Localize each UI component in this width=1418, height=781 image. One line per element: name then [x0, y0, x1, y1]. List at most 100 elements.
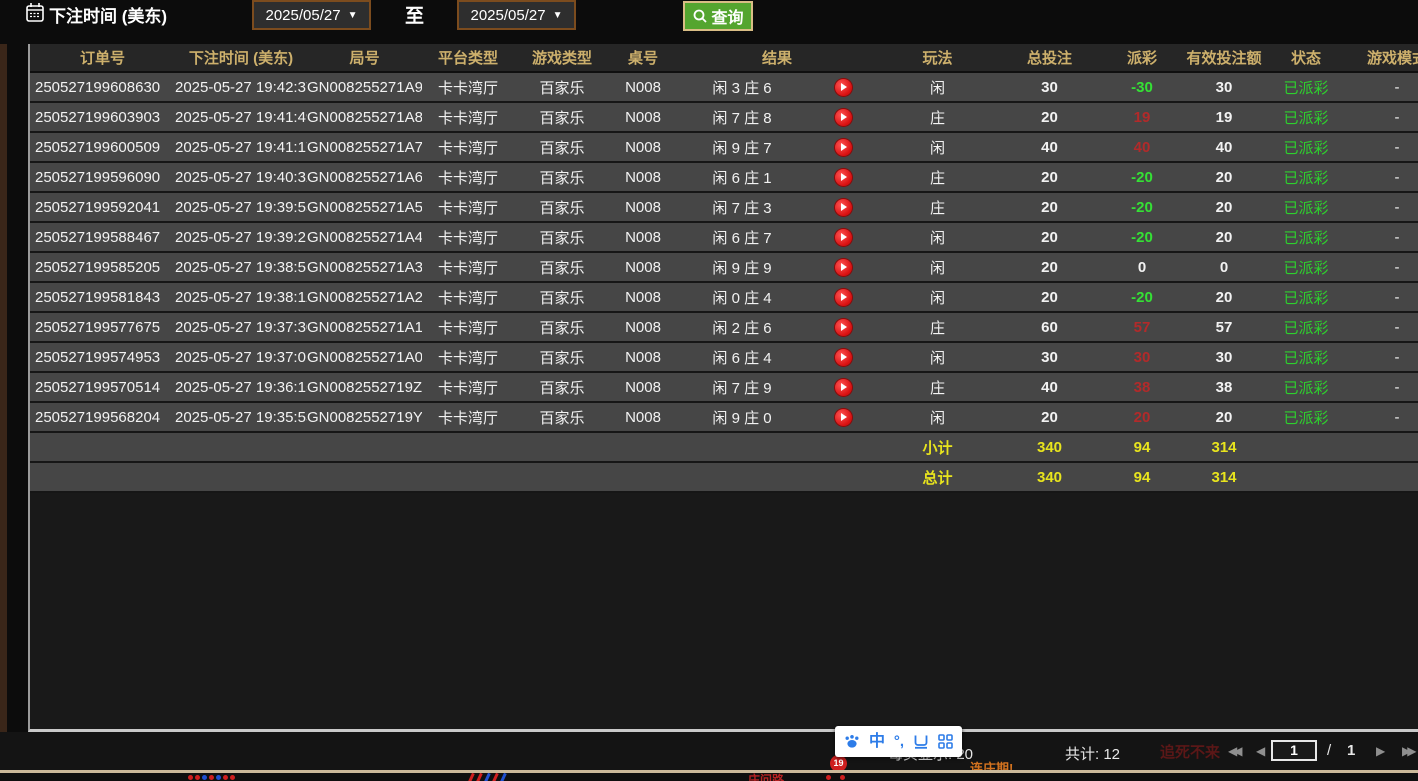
column-header: 状态: [1266, 44, 1346, 72]
summary-cell-bet-time: [175, 432, 307, 462]
cell-platform: 卡卡湾厅: [422, 72, 514, 102]
roadmap-dot: [209, 775, 214, 780]
first-page-icon[interactable]: ◀◀: [1228, 745, 1238, 757]
summary-cell-round-id: [307, 432, 422, 462]
play-video-icon[interactable]: [835, 289, 852, 306]
summary-cell-order-id: [30, 432, 175, 462]
date-from-select[interactable]: 2025/05/27 ▼: [252, 0, 371, 30]
play-triangle-icon: [841, 293, 847, 301]
summary-cell-bet-time: [175, 462, 307, 492]
cell-valid-bet: 30: [1182, 342, 1266, 372]
play-video-icon[interactable]: [835, 169, 852, 186]
play-triangle-icon: [841, 113, 847, 121]
cell-platform: 卡卡湾厅: [422, 222, 514, 252]
play-video-icon[interactable]: [835, 139, 852, 156]
column-header: 桌号: [610, 44, 676, 72]
cell-order-id: 250527199577675: [30, 312, 175, 342]
cell-order-id: 250527199585205: [30, 252, 175, 282]
cell-valid-bet: 20: [1182, 162, 1266, 192]
cell-table-no: N008: [610, 252, 676, 282]
summary-cell-table-no: [610, 432, 676, 462]
cell-game-type: 百家乐: [514, 402, 610, 432]
next-page-icon[interactable]: ▶: [1376, 745, 1385, 757]
cell-play: 闲: [878, 252, 997, 282]
date-from-value: 2025/05/27: [266, 7, 341, 24]
play-video-icon[interactable]: [835, 79, 852, 96]
summary-cell-status: [1266, 432, 1346, 462]
ime-punctuation-icon[interactable]: °,: [894, 734, 904, 749]
cell-total-bet: 30: [997, 342, 1102, 372]
play-video-icon[interactable]: [835, 199, 852, 216]
table-row: 2505271995682042025-05-27 19:35:53GN0082…: [30, 402, 1418, 432]
play-triangle-icon: [841, 203, 847, 211]
cell-order-id: 250527199603903: [30, 102, 175, 132]
cell-play: 闲: [878, 222, 997, 252]
cell-play: 庄: [878, 192, 997, 222]
column-header: 结果: [676, 44, 878, 72]
cell-order-id: 250527199588467: [30, 222, 175, 252]
summary-cell-order-id: [30, 462, 175, 492]
cell-bet-time: 2025-05-27 19:42:37: [175, 72, 307, 102]
page-input[interactable]: 1: [1271, 740, 1317, 761]
cell-total-bet: 40: [997, 132, 1102, 162]
cell-round-id: GN008255271A1: [307, 312, 422, 342]
pagination-bar: 每页显示: 20 共计: 12 追死不来 ◀◀ ◀ 1 / 1 ▶ ▶▶: [0, 732, 1418, 770]
query-button-label: 查询: [711, 4, 743, 28]
prev-page-icon[interactable]: ◀: [1256, 745, 1265, 757]
ime-grid-panel-icon[interactable]: [938, 734, 953, 749]
last-page-icon[interactable]: ▶▶: [1402, 745, 1412, 757]
play-video-icon[interactable]: [835, 349, 852, 366]
play-video-icon[interactable]: [835, 319, 852, 336]
column-header: 局号: [307, 44, 422, 72]
play-video-icon[interactable]: [835, 409, 852, 426]
roadmap-slash: [468, 773, 475, 781]
ime-logo-paw-icon[interactable]: [844, 734, 860, 749]
cell-payout: -20: [1102, 162, 1182, 192]
table-row: 2505271995960902025-05-27 19:40:32GN0082…: [30, 162, 1418, 192]
play-video-icon[interactable]: [835, 379, 852, 396]
ime-chinese-mode-icon[interactable]: 中: [869, 734, 885, 750]
play-video-icon[interactable]: [835, 259, 852, 276]
dropdown-arrow-icon: ▼: [553, 10, 563, 21]
cell-game-mode: -: [1346, 222, 1418, 252]
cell-total-bet: 20: [997, 222, 1102, 252]
cell-order-id: 250527199592041: [30, 192, 175, 222]
table-row: 2505271995920412025-05-27 19:39:55GN0082…: [30, 192, 1418, 222]
ime-clipboard-icon[interactable]: [913, 734, 929, 749]
cell-result: 闲 7 庄 9: [676, 372, 808, 402]
cell-replay: [808, 192, 878, 222]
cell-bet-time: 2025-05-27 19:38:51: [175, 252, 307, 282]
play-video-icon[interactable]: [835, 229, 852, 246]
cell-round-id: GN008255271A9: [307, 72, 422, 102]
date-range-to-label: 至: [405, 1, 424, 28]
table-row: 2505271996039032025-05-27 19:41:49GN0082…: [30, 102, 1418, 132]
cell-status: 已派彩: [1266, 252, 1346, 282]
column-header: 游戏模式: [1346, 44, 1418, 72]
roadmap-dot: [195, 775, 200, 780]
cell-order-id: 250527199600509: [30, 132, 175, 162]
roadmap-dot: [216, 775, 221, 780]
cell-replay: [808, 372, 878, 402]
play-triangle-icon: [841, 263, 847, 271]
cell-replay: [808, 252, 878, 282]
date-to-select[interactable]: 2025/05/27 ▼: [457, 0, 576, 30]
cell-table-no: N008: [610, 282, 676, 312]
cell-result: 闲 7 庄 3: [676, 192, 808, 222]
cell-game-type: 百家乐: [514, 162, 610, 192]
play-video-icon[interactable]: [835, 109, 852, 126]
total-pages-label: 1: [1347, 742, 1355, 759]
road-label-fragment: 庄问路: [748, 773, 784, 781]
play-triangle-icon: [841, 83, 847, 91]
roadmap-dot: [230, 775, 235, 780]
table-row: 2505271996086302025-05-27 19:42:37GN0082…: [30, 72, 1418, 102]
column-header: 有效投注额: [1182, 44, 1266, 72]
play-triangle-icon: [841, 173, 847, 181]
cell-total-bet: 20: [997, 162, 1102, 192]
summary-cell-game-type: [514, 462, 610, 492]
query-button[interactable]: 查询: [683, 1, 753, 31]
cell-platform: 卡卡湾厅: [422, 102, 514, 132]
cell-total-bet: 20: [997, 282, 1102, 312]
cell-result: 闲 6 庄 1: [676, 162, 808, 192]
column-header: 总投注: [997, 44, 1102, 72]
summary-cell-play: 总计: [878, 462, 997, 492]
